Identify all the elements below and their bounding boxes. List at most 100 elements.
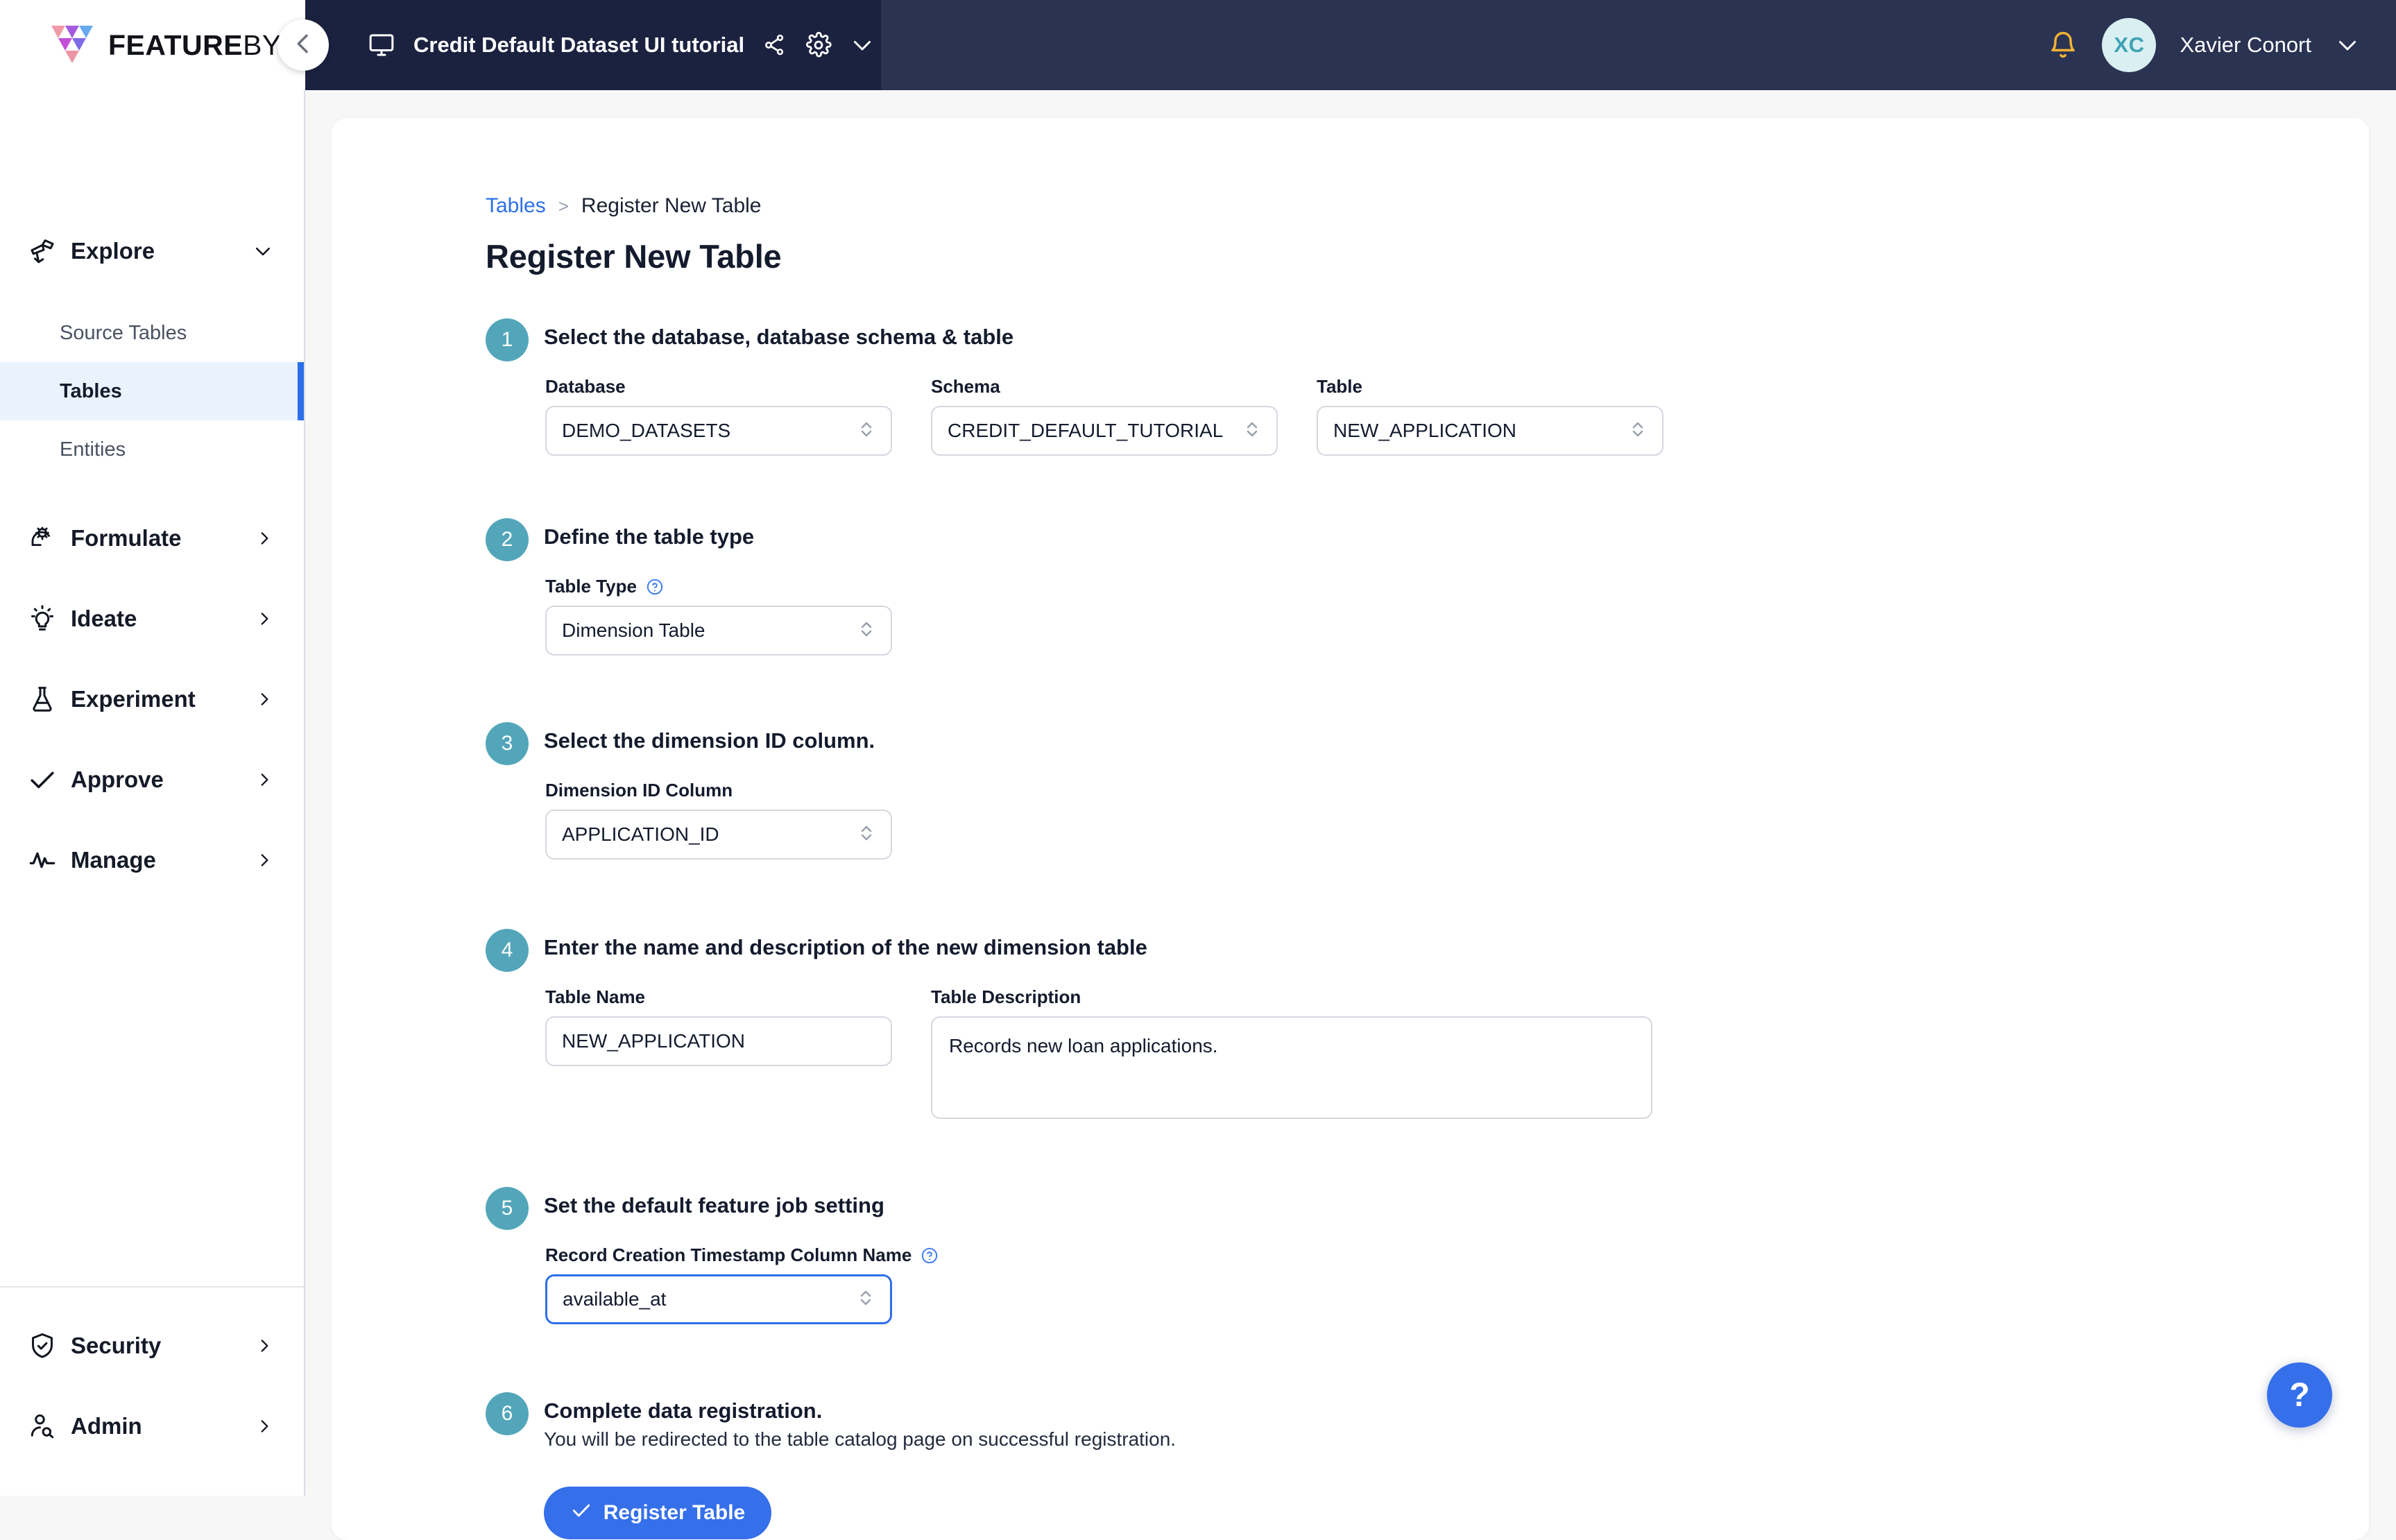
breadcrumb-link-tables[interactable]: Tables xyxy=(486,194,546,218)
featurebyte-logo-icon xyxy=(50,22,99,69)
step-number-badge: 4 xyxy=(486,929,529,972)
table-name-input[interactable]: NEW_APPLICATION xyxy=(545,1016,892,1066)
page-title: Register New Table xyxy=(486,237,2369,275)
sidebar-item-experiment[interactable]: Experiment xyxy=(0,671,304,727)
table-select[interactable]: NEW_APPLICATION xyxy=(1317,406,1663,456)
database-select[interactable]: DEMO_DATASETS xyxy=(545,406,892,456)
sidebar-item-admin[interactable]: Admin xyxy=(0,1398,304,1454)
chevron-right-icon xyxy=(255,690,273,708)
sidebar-item-label: Formulate xyxy=(60,525,255,551)
step-heading: Set the default feature job setting xyxy=(544,1193,2369,1218)
step-3-fields: Dimension ID Column APPLICATION_ID xyxy=(544,780,2369,859)
step-4-fields: Table Name NEW_APPLICATION Table Descrip… xyxy=(544,986,2369,1119)
chevron-down-icon[interactable] xyxy=(850,33,875,58)
main-stage: Tables > Register New Table Register New… xyxy=(307,90,2396,1496)
register-table-button-label: Register Table xyxy=(604,1501,746,1525)
record-timestamp-field: Record Creation Timestamp Column Name av… xyxy=(545,1244,939,1324)
sidebar-item-label: Manage xyxy=(60,847,255,873)
step-heading: Select the dimension ID column. xyxy=(544,728,2369,753)
chevron-right-icon xyxy=(255,851,273,869)
table-field: Table NEW_APPLICATION xyxy=(1317,376,1663,456)
step-1: 1 Select the database, database schema &… xyxy=(486,318,2369,456)
step-heading: Define the table type xyxy=(544,524,2369,549)
table-type-value: Dimension Table xyxy=(562,619,857,642)
step-number-badge: 1 xyxy=(486,318,529,361)
table-type-select[interactable]: Dimension Table xyxy=(545,606,892,656)
dimension-id-label: Dimension ID Column xyxy=(545,780,892,801)
sidebar-item-security[interactable]: Security xyxy=(0,1318,304,1374)
dimension-id-select[interactable]: APPLICATION_ID xyxy=(545,810,892,859)
chevron-updown-icon xyxy=(857,417,875,445)
breadcrumb-separator: > xyxy=(558,196,569,217)
table-name-label: Table Name xyxy=(545,986,892,1008)
sidebar-item-tables[interactable]: Tables xyxy=(0,362,304,420)
check-icon xyxy=(570,1499,592,1527)
help-fab-button[interactable]: ? xyxy=(2267,1362,2332,1428)
table-description-field: Table Description Records new loan appli… xyxy=(931,986,1652,1119)
sidebar-nav: Explore Source Tables Tables Entities Fo… xyxy=(0,90,305,1496)
sidebar-item-explore[interactable]: Explore xyxy=(0,223,304,279)
telescope-icon xyxy=(28,237,60,266)
help-circle-icon[interactable] xyxy=(921,1247,939,1265)
sidebar-item-approve[interactable]: Approve xyxy=(0,752,304,807)
dimension-id-value: APPLICATION_ID xyxy=(562,823,857,846)
sidebar-item-label: Experiment xyxy=(60,686,255,712)
sidebar-item-ideate[interactable]: Ideate xyxy=(0,591,304,647)
step-2: 2 Define the table type Table Type xyxy=(486,518,2369,656)
schema-value: CREDIT_DEFAULT_TUTORIAL xyxy=(948,420,1243,442)
flask-icon xyxy=(28,685,60,714)
sidebar-item-entities[interactable]: Entities xyxy=(0,420,304,479)
step-heading: Select the database, database schema & t… xyxy=(544,325,2369,350)
sidebar-item-manage[interactable]: Manage xyxy=(0,832,304,888)
sidebar-collapse-button[interactable] xyxy=(277,19,329,71)
bell-icon[interactable] xyxy=(2048,30,2078,60)
step-4: 4 Enter the name and description of the … xyxy=(486,929,2369,1119)
chevron-left-icon xyxy=(289,30,317,61)
record-timestamp-label-text: Record Creation Timestamp Column Name xyxy=(545,1244,912,1266)
chevron-updown-icon xyxy=(857,617,875,645)
sidebar-item-formulate[interactable]: Formulate xyxy=(0,511,304,566)
share-nodes-icon[interactable] xyxy=(762,33,787,58)
register-table-button[interactable]: Register Table xyxy=(544,1487,771,1539)
step-3: 3 Select the dimension ID column. Dimens… xyxy=(486,722,2369,859)
table-value: NEW_APPLICATION xyxy=(1333,420,1629,442)
sidebar-item-source-tables[interactable]: Source Tables xyxy=(0,304,304,362)
step-6: 6 Complete data registration. You will b… xyxy=(486,1392,2369,1451)
database-label: Database xyxy=(545,376,892,397)
database-field: Database DEMO_DATASETS xyxy=(545,376,892,456)
check-icon xyxy=(28,765,60,794)
chevron-down-icon xyxy=(253,241,273,262)
step-5-fields: Record Creation Timestamp Column Name av… xyxy=(544,1244,2369,1324)
table-type-label-text: Table Type xyxy=(545,576,637,597)
user-name: Xavier Conort xyxy=(2180,33,2311,58)
sidebar-bottom-group: Security Admin xyxy=(0,1286,304,1496)
step-1-fields: Database DEMO_DATASETS Schema CREDIT_DEF… xyxy=(544,376,2369,456)
sidebar-subitem-label: Source Tables xyxy=(60,322,187,345)
user-search-icon xyxy=(28,1412,60,1441)
table-type-label: Table Type xyxy=(545,576,892,597)
step-subtext: You will be redirected to the table cata… xyxy=(544,1428,2369,1451)
table-description-textarea[interactable]: Records new loan applications. xyxy=(931,1016,1652,1119)
chevron-updown-icon xyxy=(857,1285,875,1314)
help-circle-icon[interactable] xyxy=(646,578,664,596)
schema-field: Schema CREDIT_DEFAULT_TUTORIAL xyxy=(931,376,1278,456)
sidebar-subitem-label: Entities xyxy=(60,438,126,461)
gear-icon[interactable] xyxy=(805,32,832,58)
avatar[interactable]: XC xyxy=(2102,18,2156,72)
step-5: 5 Set the default feature job setting Re… xyxy=(486,1187,2369,1324)
chevron-updown-icon xyxy=(857,821,875,849)
user-area: XC Xavier Conort xyxy=(2048,0,2360,90)
workspace-tab[interactable]: Credit Default Dataset UI tutorial xyxy=(305,0,881,90)
step-number-badge: 5 xyxy=(486,1187,529,1230)
sidebar-item-label: Explore xyxy=(60,238,253,264)
sidebar-item-label: Ideate xyxy=(60,606,255,632)
activity-pulse-icon xyxy=(28,846,60,875)
chevron-right-icon xyxy=(255,1337,273,1355)
step-number-badge: 6 xyxy=(486,1392,529,1435)
schema-select[interactable]: CREDIT_DEFAULT_TUTORIAL xyxy=(931,406,1278,456)
record-timestamp-select[interactable]: available_at xyxy=(545,1274,892,1324)
table-label: Table xyxy=(1317,376,1663,397)
step-heading: Complete data registration. xyxy=(544,1398,2369,1423)
chevron-down-icon[interactable] xyxy=(2335,33,2360,58)
table-type-field: Table Type Dimension Table xyxy=(545,576,892,656)
